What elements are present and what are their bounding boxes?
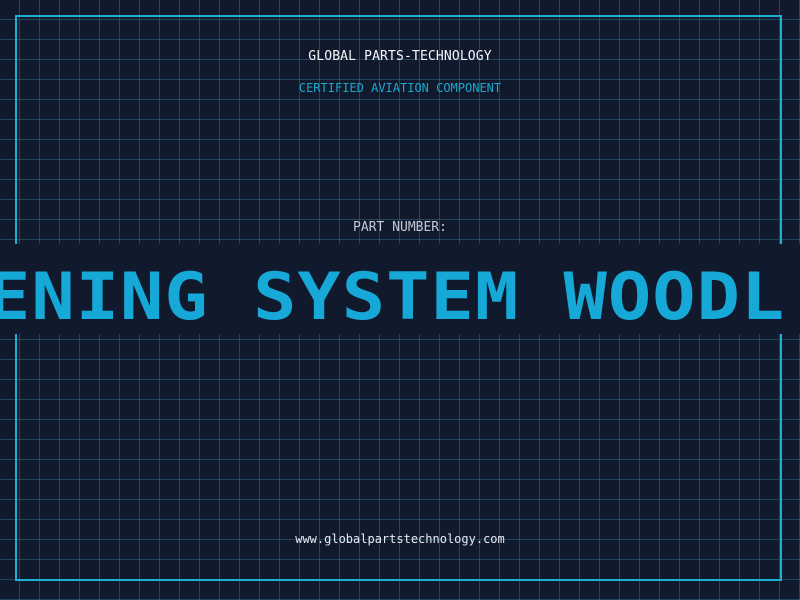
certificate-screen: GLOBAL PARTS-TECHNOLOGY CERTIFIED AVIATI… xyxy=(0,0,800,600)
company-tagline: CERTIFIED AVIATION COMPONENT xyxy=(298,81,502,95)
website-url: www.globalpartstechnology.com xyxy=(295,532,505,546)
part-number-value: ENING SYSTEM WOODL xyxy=(0,258,786,334)
part-number-label: PART NUMBER: xyxy=(353,220,447,235)
part-number-banner: ENING SYSTEM WOODL xyxy=(0,244,800,334)
company-title: GLOBAL PARTS-TECHNOLOGY xyxy=(308,49,492,64)
